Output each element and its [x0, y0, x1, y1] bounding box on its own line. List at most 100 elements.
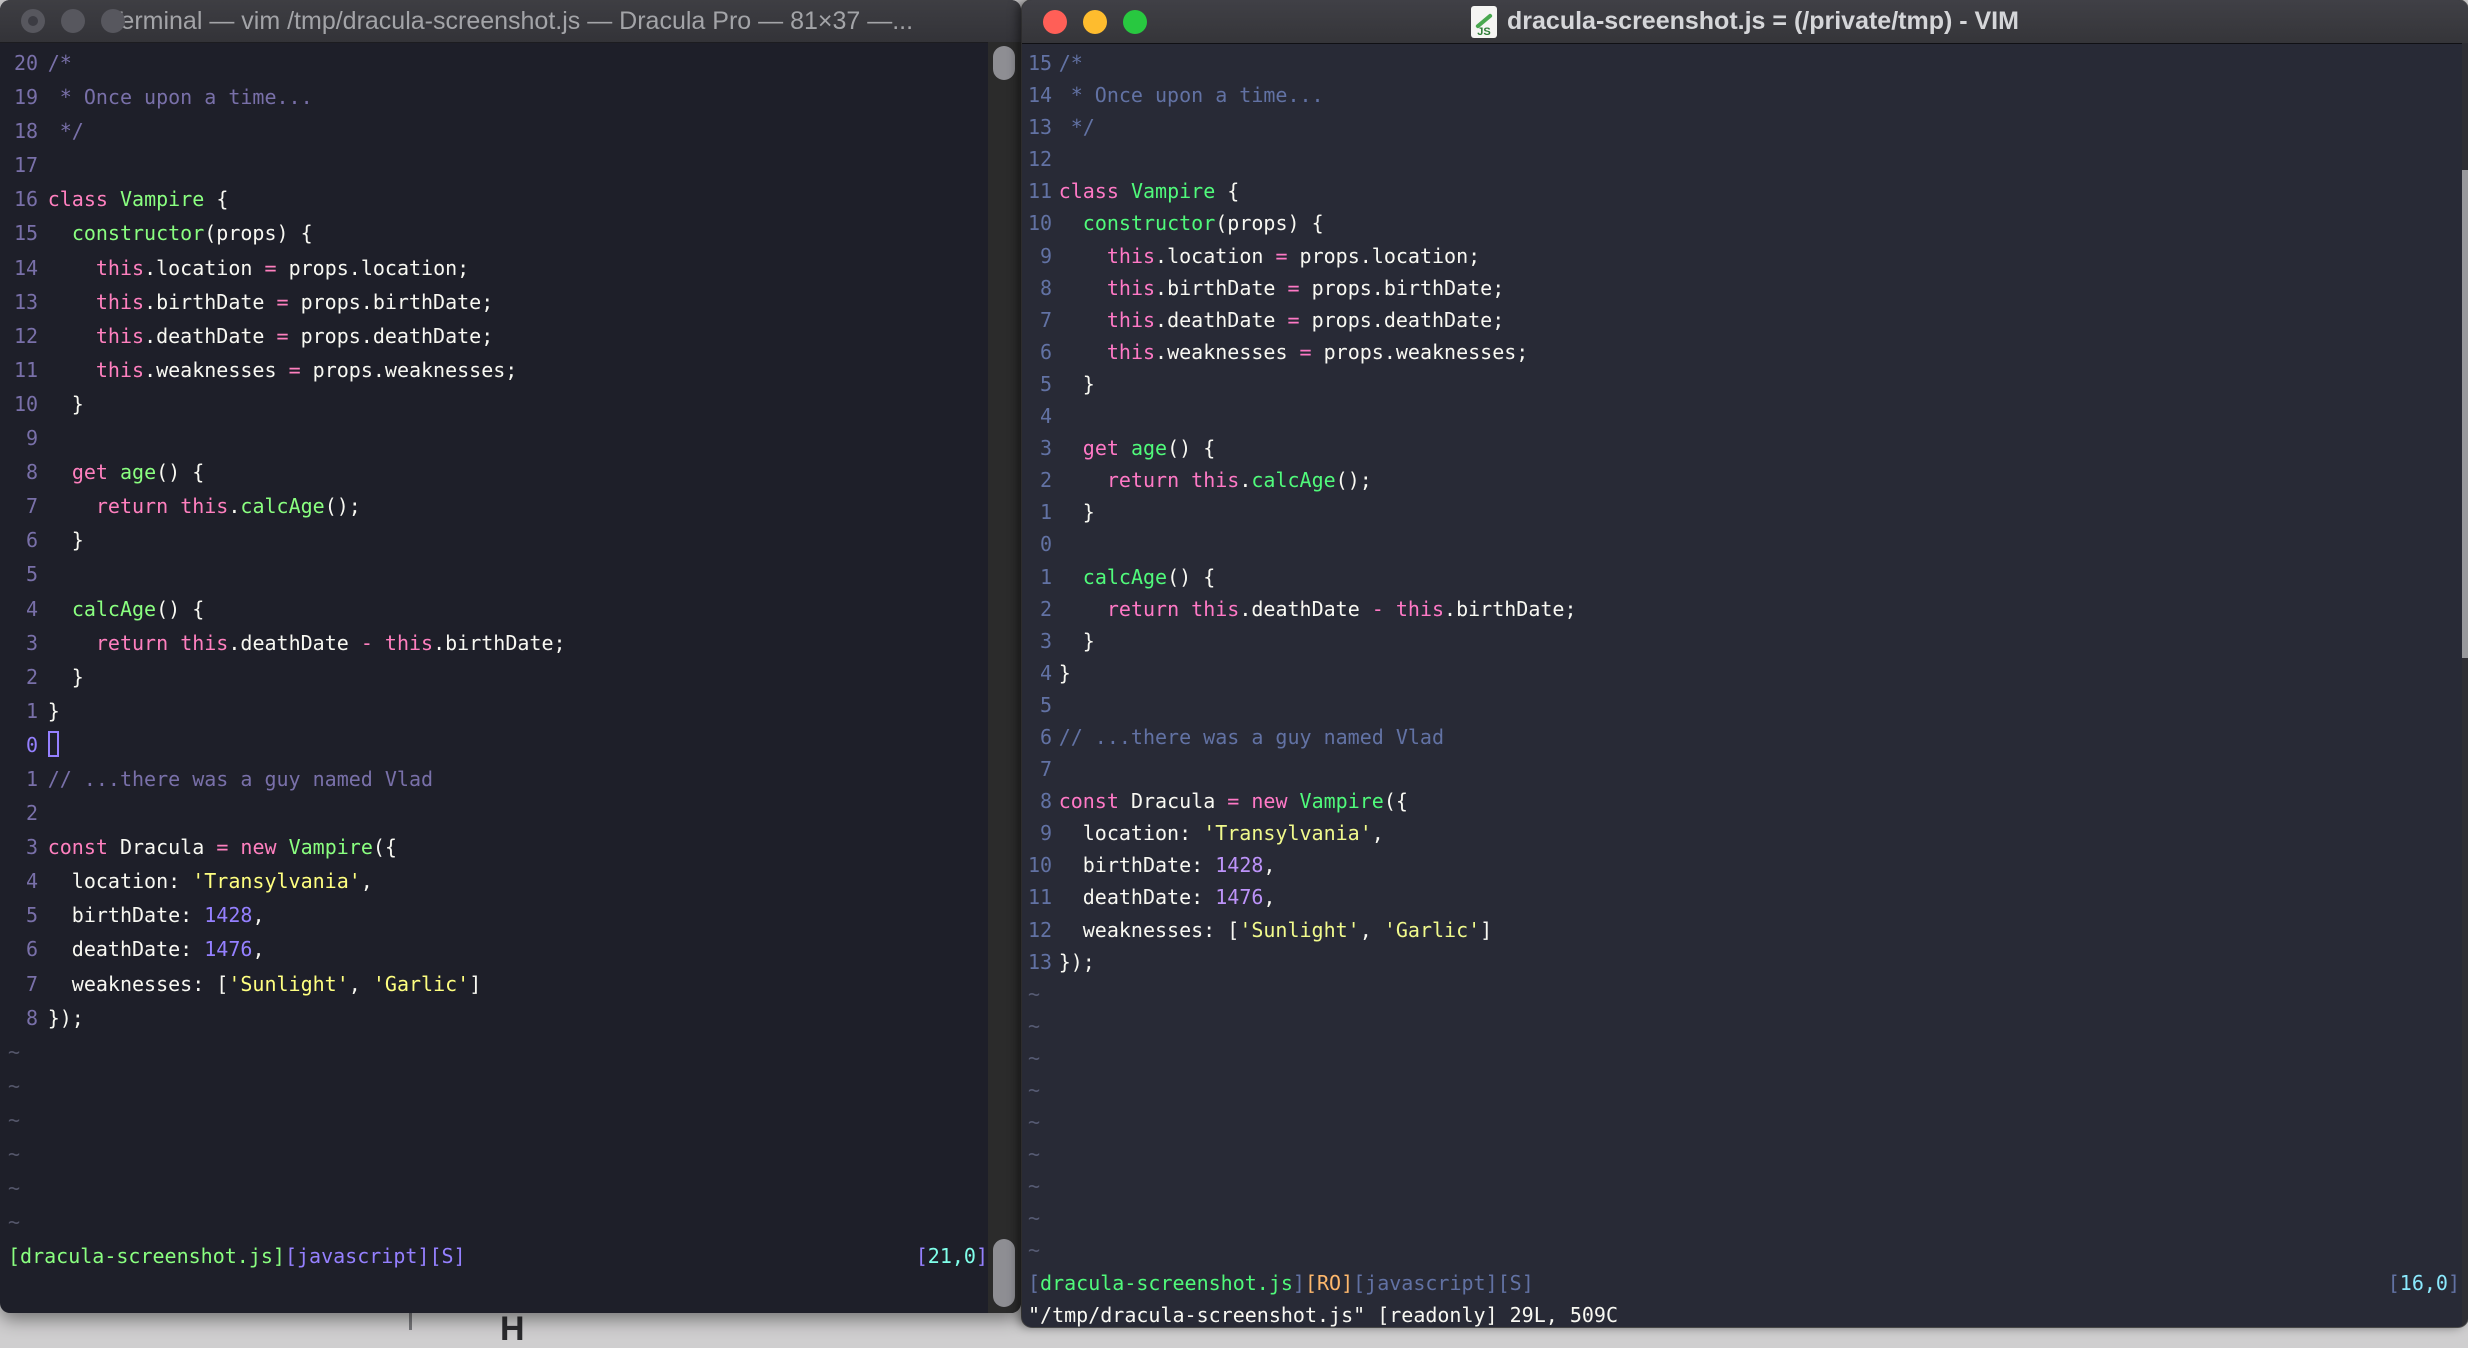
code-token: get: [1082, 436, 1119, 461]
macvim-scrollbar-thumb[interactable]: [2462, 170, 2468, 658]
code-line[interactable]: 4 calcAge() {: [8, 592, 988, 626]
code-token: ({: [372, 835, 397, 860]
code-line[interactable]: 6 }: [8, 523, 988, 557]
code-line[interactable]: 11 deathDate: 1476,: [1028, 881, 2460, 913]
code-line[interactable]: 2 return this.calcAge();: [1028, 464, 2460, 496]
code-line[interactable]: 16 class Vampire {: [8, 182, 988, 216]
code-line[interactable]: 6// ...there was a guy named Vlad: [1028, 721, 2460, 753]
code-line[interactable]: 7 return this.calcAge();: [8, 489, 988, 523]
vim-command-line[interactable]: [8, 1273, 988, 1307]
code-line[interactable]: 10 birthDate: 1428,: [1028, 849, 2460, 881]
code-line[interactable]: 1}: [8, 694, 988, 728]
line-number: 4: [1040, 404, 1053, 429]
line-number: 11: [14, 357, 39, 382]
code-line[interactable]: 4 location: 'Transylvania',: [8, 864, 988, 898]
code-token: .deathDate: [228, 630, 361, 655]
terminal-vim-buffer[interactable]: 20/* 19 * Once upon a time... 18 */17 16 cla…: [0, 46, 988, 1307]
code-line[interactable]: 11 this.weaknesses = props.weaknesses;: [8, 353, 988, 387]
js-file-badge: JS: [1477, 25, 1491, 38]
code-line[interactable]: 8 this.birthDate = props.birthDate;: [1028, 272, 2460, 304]
code-token: return: [1106, 468, 1180, 493]
close-button[interactable]: [21, 9, 45, 33]
code-line[interactable]: 6 deathDate: 1476,: [8, 932, 988, 966]
code-line[interactable]: 9 this.location = props.location;: [1028, 240, 2460, 272]
code-line[interactable]: 9 location: 'Transylvania',: [1028, 817, 2460, 849]
terminal-scrollbar-track[interactable]: [988, 42, 1021, 1313]
code-line[interactable]: 10 constructor(props) {: [1028, 207, 2460, 239]
code-token: this: [95, 255, 145, 280]
zoom-button[interactable]: [101, 9, 125, 33]
code-line[interactable]: 1 // ...there was a guy named Vlad: [8, 762, 988, 796]
code-line[interactable]: 19 * Once upon a time...: [8, 80, 988, 114]
minimize-button[interactable]: [1083, 9, 1107, 34]
code-line[interactable]: 6 this.weaknesses = props.weaknesses;: [1028, 336, 2460, 368]
code-line[interactable]: 11 class Vampire {: [1028, 175, 2460, 207]
zoom-button[interactable]: [1123, 9, 1147, 34]
code-line[interactable]: 1 }: [1028, 496, 2460, 528]
code-line[interactable]: 5 }: [1028, 368, 2460, 400]
code-line[interactable]: 2: [8, 796, 988, 830]
code-line[interactable]: 9: [8, 421, 988, 455]
terminal-scrollbar-thumb-bottom[interactable]: [993, 1239, 1015, 1307]
terminal-titlebar[interactable]: Terminal — vim /tmp/dracula-screenshot.j…: [0, 0, 1021, 43]
code-line[interactable]: 7 weaknesses: ['Sunlight', 'Garlic']: [8, 967, 988, 1001]
code-line[interactable]: 7 this.deathDate = props.deathDate;: [1028, 304, 2460, 336]
code-line[interactable]: 14 * Once upon a time...: [1028, 79, 2460, 111]
code-line[interactable]: 20 /*: [8, 46, 988, 80]
terminal-scrollbar-thumb[interactable]: [993, 46, 1015, 80]
macvim-buffer[interactable]: 15/* 14 * Once upon a time... 13 */12 11 cla…: [1022, 47, 2460, 1327]
code-line[interactable]: 8});: [8, 1001, 988, 1035]
document-proxy-icon[interactable]: JS: [1471, 5, 1498, 38]
code-line[interactable]: 3 get age() {: [1028, 432, 2460, 464]
code-line[interactable]: 2 return this.deathDate - this.birthDate…: [1028, 593, 2460, 625]
code-line[interactable]: 13});: [1028, 946, 2460, 978]
vim-command-line[interactable]: "/tmp/dracula-screenshot.js" [readonly] …: [1028, 1299, 2460, 1327]
code-line[interactable]: 4: [1028, 400, 2460, 432]
code-token: * Once upon a time...: [1058, 83, 1324, 108]
code-line[interactable]: 12: [1028, 143, 2460, 175]
line-number: 15: [1028, 51, 1053, 75]
code-token: ]: [1292, 1270, 1305, 1295]
code-line[interactable]: 3 const Dracula = new Vampire({: [8, 830, 988, 864]
code-line[interactable]: 10 }: [8, 387, 988, 421]
code-line[interactable]: 18 */: [8, 114, 988, 148]
empty-line-tilde: ~: [1028, 1078, 1041, 1102]
code-line[interactable]: 15/*: [1028, 47, 2460, 79]
code-line[interactable]: 1 calcAge() {: [1028, 561, 2460, 593]
minimize-button[interactable]: [61, 9, 85, 33]
close-button[interactable]: [1043, 9, 1067, 34]
code-line[interactable]: 7: [1028, 753, 2460, 785]
macvim-scrollbar-track[interactable]: [2462, 43, 2468, 1327]
code-line[interactable]: 13 this.birthDate = props.birthDate;: [8, 285, 988, 319]
code-line[interactable]: 12 weaknesses: ['Sunlight', 'Garlic']: [1028, 914, 2460, 946]
code-line[interactable]: 2 }: [8, 660, 988, 694]
macvim-titlebar[interactable]: JS dracula-screenshot.js = (/private/tmp…: [1022, 0, 2468, 44]
code-line[interactable]: 3 }: [1028, 625, 2460, 657]
code-token: .birthDate;: [433, 630, 566, 655]
code-token: new: [240, 835, 277, 860]
code-token: [: [1028, 1270, 1041, 1295]
close-dot-icon: [28, 16, 38, 26]
code-token: props.deathDate;: [1299, 307, 1505, 332]
code-line[interactable]: 8 const Dracula = new Vampire({: [1028, 785, 2460, 817]
code-line[interactable]: 4}: [1028, 657, 2460, 689]
code-line[interactable]: 13 */: [1028, 111, 2460, 143]
line-number: 2: [1040, 596, 1053, 621]
code-line[interactable]: 5: [1028, 689, 2460, 721]
code-token: ]: [975, 1244, 988, 1269]
code-token: calcAge: [71, 596, 157, 621]
code-line[interactable]: 0: [1028, 528, 2460, 560]
code-line[interactable]: 0: [8, 728, 988, 762]
code-line[interactable]: 12 this.deathDate = props.deathDate;: [8, 319, 988, 353]
code-line[interactable]: 17: [8, 148, 988, 182]
code-line[interactable]: 14 this.location = props.location;: [8, 251, 988, 285]
code-line[interactable]: 8 get age() {: [8, 455, 988, 489]
code-line[interactable]: 3 return this.deathDate - this.birthDate…: [8, 626, 988, 660]
code-line[interactable]: 15 constructor(props) {: [8, 216, 988, 250]
code-line[interactable]: 5: [8, 557, 988, 591]
code-token: this: [1106, 243, 1156, 268]
code-token: birthDate:: [1058, 853, 1216, 878]
code-line[interactable]: 5 birthDate: 1428,: [8, 898, 988, 932]
